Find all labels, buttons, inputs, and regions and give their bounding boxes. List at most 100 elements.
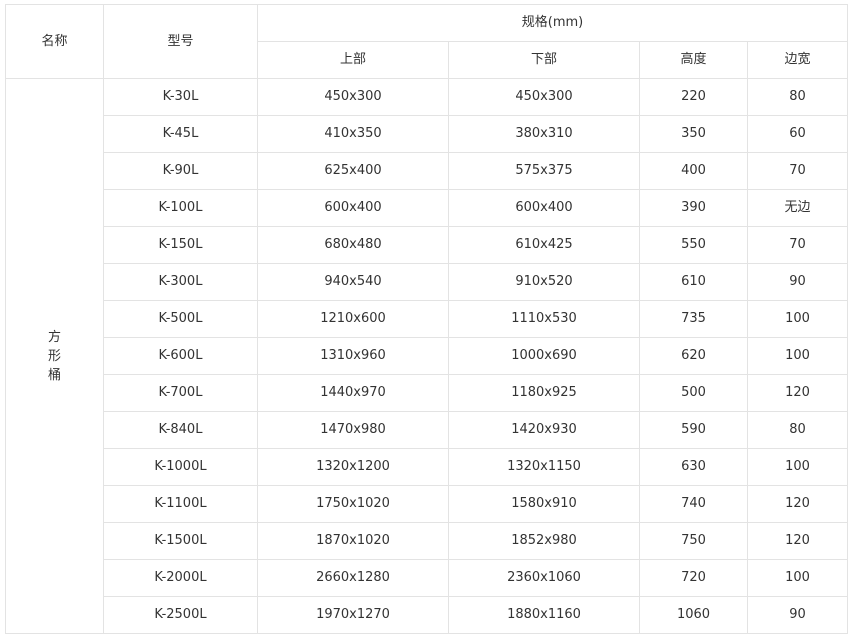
cell-top: 1440x970 [257,374,449,412]
cell-edge: 无边 [747,189,848,227]
header-spec: 规格(mm) [257,4,848,42]
cell-top: 1750x1020 [257,485,449,523]
cell-edge: 70 [747,152,848,190]
cell-top: 1320x1200 [257,448,449,486]
cell-bottom: 1320x1150 [448,448,640,486]
cell-height: 400 [639,152,748,190]
table-row: K-1100L 1750x1020 1580x910 740 120 [6,485,848,523]
table-row: K-2000L 2660x1280 2360x1060 720 100 [6,559,848,597]
cell-height: 720 [639,559,748,597]
header-bottom: 下部 [448,41,640,79]
table-row: K-1000L 1320x1200 1320x1150 630 100 [6,448,848,486]
cell-bottom: 2360x1060 [448,559,640,597]
cell-bottom: 1180x925 [448,374,640,412]
cell-edge: 70 [747,226,848,264]
cell-edge: 120 [747,485,848,523]
header-edge: 边宽 [747,41,848,79]
table-row: K-90L 625x400 575x375 400 70 [6,152,848,190]
cell-edge: 100 [747,300,848,338]
spec-table: 名称 型号 规格(mm) 上部 下部 高度 边宽 方形桶 K-30L 450x300… [5,4,848,634]
cell-model: K-150L [103,226,258,264]
cell-bottom: 1420x930 [448,411,640,449]
cell-bottom: 575x375 [448,152,640,190]
cell-height: 390 [639,189,748,227]
cell-model: K-600L [103,337,258,375]
cell-model: K-300L [103,263,258,301]
cell-height: 590 [639,411,748,449]
cell-edge: 100 [747,337,848,375]
cell-model: K-840L [103,411,258,449]
cell-model: K-1100L [103,485,258,523]
cell-bottom: 380x310 [448,115,640,153]
cell-model: K-2000L [103,559,258,597]
cell-top: 680x480 [257,226,449,264]
cell-top: 450x300 [257,78,449,116]
cell-top: 1970x1270 [257,596,449,634]
cell-model: K-700L [103,374,258,412]
cell-edge: 90 [747,596,848,634]
cell-model: K-45L [103,115,258,153]
cell-model: K-2500L [103,596,258,634]
cell-bottom: 610x425 [448,226,640,264]
table-body: 名称 型号 规格(mm) 上部 下部 高度 边宽 方形桶 K-30L 450x300… [5,4,848,634]
table-row: K-150L 680x480 610x425 550 70 [6,226,848,264]
table-row: K-700L 1440x970 1180x925 500 120 [6,374,848,412]
cell-height: 750 [639,522,748,560]
cell-bottom: 1880x1160 [448,596,640,634]
cell-height: 550 [639,226,748,264]
cell-model: K-100L [103,189,258,227]
cell-model: K-500L [103,300,258,338]
header-top: 上部 [257,41,449,79]
header-height: 高度 [639,41,748,79]
cell-top: 1470x980 [257,411,449,449]
cell-model: K-1500L [103,522,258,560]
table-row: K-500L 1210x600 1110x530 735 100 [6,300,848,338]
cell-top: 625x400 [257,152,449,190]
cell-edge: 100 [747,559,848,597]
cell-bottom: 450x300 [448,78,640,116]
cell-height: 500 [639,374,748,412]
cell-edge: 60 [747,115,848,153]
table-row: K-600L 1310x960 1000x690 620 100 [6,337,848,375]
category-cell: 方形桶 [5,78,104,634]
table-row: K-100L 600x400 600x400 390 无边 [6,189,848,227]
cell-bottom: 1852x980 [448,522,640,560]
table-row: K-45L 410x350 380x310 350 60 [6,115,848,153]
table-row: K-300L 940x540 910x520 610 90 [6,263,848,301]
cell-top: 410x350 [257,115,449,153]
cell-edge: 120 [747,374,848,412]
cell-model: K-1000L [103,448,258,486]
cell-edge: 80 [747,78,848,116]
cell-edge: 80 [747,411,848,449]
cell-bottom: 1110x530 [448,300,640,338]
table-row: K-2500L 1970x1270 1880x1160 1060 90 [6,596,848,634]
cell-top: 1870x1020 [257,522,449,560]
table-row: K-840L 1470x980 1420x930 590 80 [6,411,848,449]
cell-model: K-90L [103,152,258,190]
cell-top: 1210x600 [257,300,449,338]
cell-height: 350 [639,115,748,153]
header-row: 名称 型号 规格(mm) [5,4,848,79]
cell-bottom: 600x400 [448,189,640,227]
category-label: 方形桶 [47,329,61,383]
cell-height: 735 [639,300,748,338]
cell-top: 940x540 [257,263,449,301]
cell-height: 220 [639,78,748,116]
cell-height: 620 [639,337,748,375]
cell-bottom: 1000x690 [448,337,640,375]
header-name: 名称 [5,4,104,79]
cell-edge: 90 [747,263,848,301]
table-row: 方形桶 K-30L 450x300 450x300 220 80 [5,78,848,634]
cell-height: 740 [639,485,748,523]
cell-height: 610 [639,263,748,301]
cell-top: 600x400 [257,189,449,227]
cell-height: 630 [639,448,748,486]
cell-height: 1060 [639,596,748,634]
cell-top: 2660x1280 [257,559,449,597]
header-model: 型号 [103,4,258,79]
cell-bottom: 910x520 [448,263,640,301]
cell-edge: 120 [747,522,848,560]
cell-bottom: 1580x910 [448,485,640,523]
cell-top: 1310x960 [257,337,449,375]
cell-model: K-30L [103,78,258,116]
